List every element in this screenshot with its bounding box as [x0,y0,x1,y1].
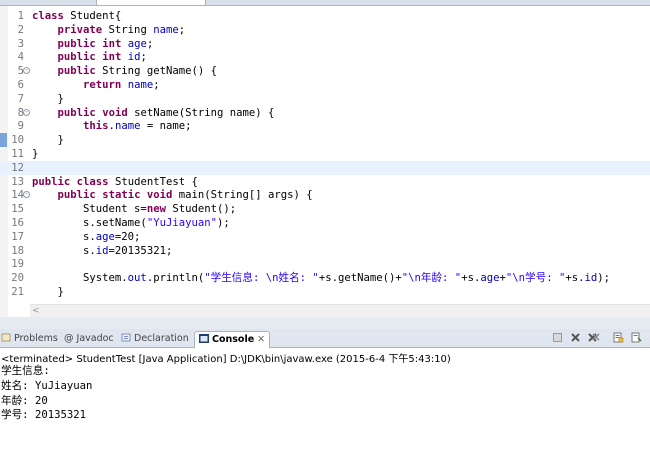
problems-icon [1,333,11,342]
tab-javadoc-label: @ Javadoc [64,333,114,344]
code-line[interactable]: 12 [0,160,650,175]
terminated-status: <terminated> StudentTest [Java Applicati… [1,354,451,365]
remove-launch-icon[interactable] [569,332,582,345]
code-line[interactable]: 1 class Student{ [0,9,650,23]
line-number: 9 [17,120,24,133]
console-output-area[interactable]: <terminated> StudentTest [Java Applicati… [0,348,650,449]
line-number: 12 [11,161,24,174]
line-number: 11 [11,148,24,160]
line-number: 4 [17,51,24,64]
console-output-line: 年龄: 20 [1,395,48,407]
code-line[interactable]: 18 s.id=20135321; [0,244,650,258]
line-number: 7 [17,92,24,105]
code-text: } [32,286,64,298]
code-line[interactable]: 17 s.age=20; [0,230,650,244]
code-line[interactable]: 7 } [0,92,650,106]
line-number: 18 [11,244,24,257]
line-number: 3 [17,37,24,50]
code-text: private String name; [57,23,186,36]
scroll-left-arrow-icon[interactable]: < [32,305,40,317]
line-number: 14 [11,189,24,202]
tab-console[interactable]: Console ✕ [194,331,271,348]
code-text: } [32,134,64,147]
pin-icon[interactable] [630,332,643,345]
code-text: public String getName() { [57,65,217,78]
tab-problems-label: Problems [14,333,58,344]
line-number: 13 [11,175,24,188]
code-line[interactable]: 15 Student s=new Student(); [0,202,650,216]
line-number: 8 [17,106,24,119]
line-number: 5 [17,65,24,78]
code-line[interactable]: 21 } [0,285,650,299]
line-number: 19 [11,258,24,271]
fold-toggle-icon[interactable]: - [23,191,30,199]
line-number: 15 [11,203,24,216]
line-number: 21 [11,286,24,298]
console-output-line: 学号: 20135321 [1,409,86,421]
view-separator [0,317,650,329]
code-text: class Student{ [32,10,122,22]
code-text: } [32,148,39,160]
code-line[interactable]: 6 return name; [0,78,650,92]
code-text: public static void main(String[] args) { [57,189,313,202]
code-text: s.setName("YuJiayuan"); [32,217,230,229]
tab-declaration[interactable]: Declaration [121,331,189,348]
terminate-icon[interactable] [551,332,564,345]
code-line[interactable]: 4 public int id; [0,50,650,64]
line-number: 20 [11,272,24,285]
line-number: 10 [11,134,24,147]
code-text: } [32,92,64,105]
tab-declaration-label: Declaration [134,333,189,344]
line-number: 16 [11,217,24,229]
scroll-lock-icon[interactable] [612,332,625,345]
code-line[interactable]: 2 private String name; [0,23,650,37]
remove-all-icon[interactable] [587,332,600,345]
code-text: return name; [83,79,160,91]
console-icon [199,334,209,343]
code-line[interactable]: 16 s.setName("YuJiayuan"); [0,216,650,230]
declaration-icon [121,333,131,342]
line-number: 1 [17,10,24,22]
code-line[interactable]: 8- public void setName(String name) { [0,106,650,120]
code-text: public void setName(String name) { [57,106,275,119]
close-icon[interactable]: ✕ [257,334,265,345]
code-editor[interactable]: 1 class Student{2 private String name; 3 p… [0,6,650,317]
code-text: public class StudentTest { [32,175,198,188]
line-number: 6 [17,79,24,91]
tab-console-label: Console [212,334,255,345]
code-line[interactable]: 19 [0,257,650,271]
code-line[interactable]: 5- public String getName() { [0,64,650,78]
code-line[interactable]: 3 public int age; [0,37,650,51]
console-view-tabbar: Problems @ Javadoc Declaration Console ✕ [0,329,650,348]
code-line[interactable]: 9 this.name = name; [0,119,650,133]
code-text: this.name = name; [83,120,192,133]
code-text: Student s=new Student(); [32,203,237,216]
line-number: 2 [17,23,24,36]
code-line[interactable]: 20 System.out.println("学生信息: \n姓名: "+s.g… [0,271,650,285]
code-line[interactable]: 14- public static void main(String[] arg… [0,188,650,202]
code-text: s.id=20135321; [32,244,173,257]
tab-problems[interactable]: Problems [1,331,58,348]
code-text: s.age=20; [32,230,141,243]
code-text: System.out.println("学生信息: \n姓名: "+s.getN… [32,272,611,285]
console-output-line: 学生信息: [1,365,50,377]
code-text: public int id; [57,51,147,64]
tab-javadoc[interactable]: @ Javadoc [64,331,114,348]
code-line[interactable]: 10 } [0,133,650,148]
code-text: public int age; [57,37,154,50]
fold-toggle-icon[interactable]: - [23,108,30,116]
fold-toggle-icon[interactable]: - [23,67,30,75]
line-number: 17 [11,230,24,243]
code-line[interactable]: 13 public class StudentTest { [0,175,650,189]
console-output-line: 姓名: YuJiayuan [1,380,93,392]
code-line[interactable]: 11} [0,147,650,161]
horizontal-scrollbar[interactable]: < [30,304,650,317]
